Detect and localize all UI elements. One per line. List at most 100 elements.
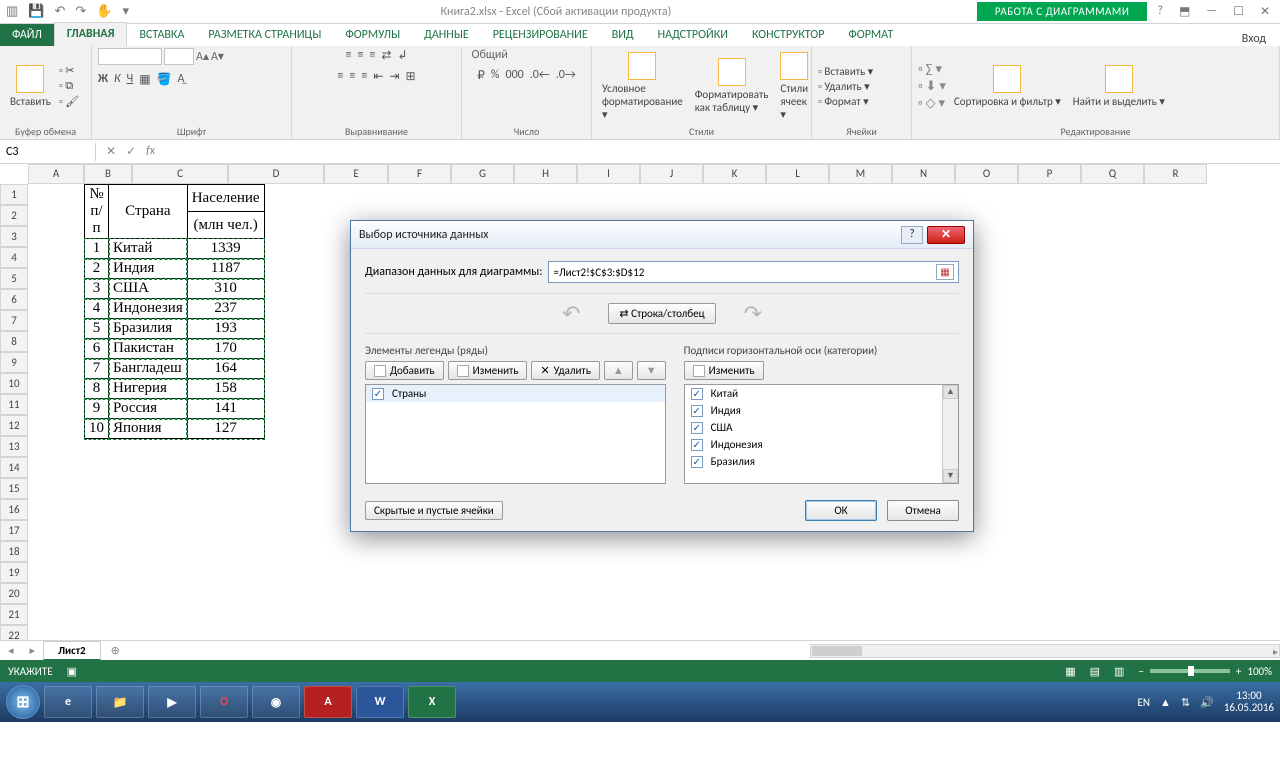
- table-row[interactable]: 9: [85, 399, 109, 419]
- row-header[interactable]: 21: [0, 604, 28, 625]
- fill-icon[interactable]: ⬇ ▾: [918, 79, 946, 94]
- table-row[interactable]: 158: [187, 379, 264, 399]
- zoom-out-icon[interactable]: −: [1138, 665, 1143, 678]
- tab-formulas[interactable]: ФОРМУЛЫ: [333, 24, 412, 46]
- checkbox-icon[interactable]: ✓: [372, 388, 384, 400]
- taskbar-word-icon[interactable]: W: [356, 686, 404, 718]
- table-row[interactable]: 193: [187, 319, 264, 339]
- column-header[interactable]: N: [892, 164, 955, 184]
- view-normal-icon[interactable]: ▦: [1065, 665, 1075, 678]
- column-header[interactable]: P: [1018, 164, 1081, 184]
- column-header[interactable]: E: [324, 164, 388, 184]
- list-item[interactable]: ✓Бразилия: [685, 453, 958, 470]
- list-item[interactable]: ✓Индия: [685, 402, 958, 419]
- column-header[interactable]: C: [132, 164, 228, 184]
- sheet-nav-prev-icon[interactable]: ◂: [0, 644, 22, 657]
- table-row[interactable]: Китай: [109, 239, 188, 259]
- italic-button[interactable]: К: [114, 72, 121, 87]
- column-header[interactable]: I: [577, 164, 640, 184]
- column-header[interactable]: B: [84, 164, 132, 184]
- taskbar-chrome-icon[interactable]: ◉: [252, 686, 300, 718]
- delete-cells-button[interactable]: Удалить ▾: [818, 80, 873, 93]
- taskbar-media-icon[interactable]: ▶: [148, 686, 196, 718]
- increase-font-icon[interactable]: A▴: [196, 49, 209, 64]
- row-header[interactable]: 3: [0, 226, 28, 247]
- tab-view[interactable]: ВИД: [600, 24, 646, 46]
- qat-redo-icon[interactable]: ↷: [75, 4, 86, 19]
- font-color-icon[interactable]: A̲: [177, 72, 184, 87]
- fx-icon[interactable]: fx: [146, 144, 155, 159]
- row-header[interactable]: 14: [0, 457, 28, 478]
- list-item[interactable]: ✓Китай: [685, 385, 958, 402]
- sort-filter-button[interactable]: Сортировка и фильтр ▾: [950, 63, 1065, 110]
- range-picker-icon[interactable]: ▦: [936, 264, 954, 280]
- zoom-in-icon[interactable]: +: [1236, 665, 1241, 678]
- table-row[interactable]: 7: [85, 359, 109, 379]
- table-row[interactable]: 3: [85, 279, 109, 299]
- copy-icon[interactable]: ⧉: [59, 79, 79, 93]
- view-page-break-icon[interactable]: ▥: [1114, 665, 1124, 678]
- format-cells-button[interactable]: Формат ▾: [818, 95, 873, 108]
- column-header[interactable]: R: [1144, 164, 1207, 184]
- fill-color-icon[interactable]: 🪣: [157, 72, 172, 87]
- tray-network-icon[interactable]: ⇅: [1181, 696, 1190, 709]
- tab-chart-format[interactable]: ФОРМАТ: [836, 24, 905, 46]
- table-row[interactable]: Индонезия: [109, 299, 188, 319]
- table-row[interactable]: Бразилия: [109, 319, 188, 339]
- checkbox-icon[interactable]: ✓: [691, 456, 703, 468]
- table-row[interactable]: США: [109, 279, 188, 299]
- table-row[interactable]: Япония: [109, 419, 188, 439]
- list-item[interactable]: ✓Индонезия: [685, 436, 958, 453]
- borders-icon[interactable]: ▦: [139, 72, 150, 87]
- tab-insert[interactable]: ВСТАВКА: [127, 24, 196, 46]
- zoom-slider[interactable]: [1150, 669, 1230, 673]
- table-row[interactable]: Россия: [109, 399, 188, 419]
- list-item[interactable]: ✓Страны: [366, 385, 665, 402]
- table-row[interactable]: 6: [85, 339, 109, 359]
- autosum-icon[interactable]: ∑ ▾: [918, 62, 946, 77]
- tab-home[interactable]: ГЛАВНАЯ: [54, 22, 128, 46]
- bold-button[interactable]: Ж: [98, 72, 108, 87]
- column-header[interactable]: A: [28, 164, 84, 184]
- tab-addins[interactable]: НАДСТРОЙКИ: [646, 24, 740, 46]
- qat-more-icon[interactable]: ▾: [122, 4, 129, 19]
- chart-range-input[interactable]: =Лист2!$C$3:$D$12 ▦: [548, 261, 959, 283]
- tray-flag-icon[interactable]: ▲: [1160, 696, 1171, 709]
- table-row[interactable]: Пакистан: [109, 339, 188, 359]
- tray-clock[interactable]: 13:00 16.05.2016: [1224, 690, 1274, 714]
- maximize-icon[interactable]: ☐: [1233, 4, 1244, 19]
- conditional-formatting-button[interactable]: Условное форматирование ▾: [598, 50, 687, 123]
- formula-input[interactable]: [165, 150, 1280, 154]
- dialog-close-icon[interactable]: ✕: [927, 226, 965, 244]
- row-header[interactable]: 4: [0, 247, 28, 268]
- row-header[interactable]: 11: [0, 394, 28, 415]
- checkbox-icon[interactable]: ✓: [691, 405, 703, 417]
- taskbar-ie-icon[interactable]: e: [44, 686, 92, 718]
- table-row[interactable]: 164: [187, 359, 264, 379]
- clear-icon[interactable]: ◇ ▾: [918, 96, 946, 111]
- view-page-layout-icon[interactable]: ▤: [1090, 665, 1100, 678]
- categories-listbox[interactable]: ✓Китай✓Индия✓США✓Индонезия✓Бразилия▲▼: [684, 384, 959, 484]
- taskbar-explorer-icon[interactable]: 📁: [96, 686, 144, 718]
- column-header[interactable]: D: [228, 164, 324, 184]
- tray-volume-icon[interactable]: 🔊: [1200, 696, 1214, 709]
- row-header[interactable]: 8: [0, 331, 28, 352]
- column-header[interactable]: H: [514, 164, 577, 184]
- cut-icon[interactable]: ✂: [59, 64, 79, 77]
- table-row[interactable]: 141: [187, 399, 264, 419]
- categories-edit-button[interactable]: Изменить: [684, 361, 764, 380]
- table-row[interactable]: Индия: [109, 259, 188, 279]
- tab-page-layout[interactable]: РАЗМЕТКА СТРАНИЦЫ: [196, 24, 333, 46]
- minimize-icon[interactable]: —: [1206, 4, 1217, 19]
- column-header[interactable]: F: [388, 164, 451, 184]
- row-header[interactable]: 6: [0, 289, 28, 310]
- tab-file[interactable]: ФАЙЛ: [0, 24, 54, 46]
- row-header[interactable]: 19: [0, 562, 28, 583]
- series-delete-button[interactable]: ✕Удалить: [531, 361, 599, 380]
- dialog-help-icon[interactable]: ?: [901, 226, 923, 244]
- sign-in-link[interactable]: Вход: [1242, 32, 1280, 46]
- tab-review[interactable]: РЕЦЕНЗИРОВАНИЕ: [481, 24, 600, 46]
- table-row[interactable]: 1187: [187, 259, 264, 279]
- row-header[interactable]: 10: [0, 373, 28, 394]
- number-format-select[interactable]: Общий: [472, 48, 582, 62]
